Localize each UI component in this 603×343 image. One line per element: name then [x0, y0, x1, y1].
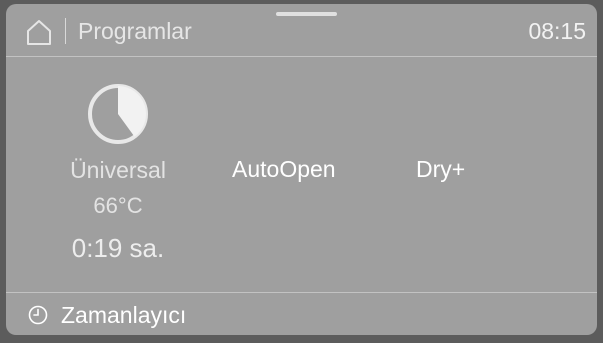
footer-bar[interactable]: Zamanlayıcı [6, 292, 597, 335]
clock-time: 08:15 [528, 18, 586, 44]
option-dry-plus[interactable]: Dry+ [416, 154, 465, 184]
program-duration: 0:19 sa. [71, 233, 165, 263]
header-bar: Programlar 08:15 [6, 4, 597, 57]
clock-icon [28, 305, 48, 325]
option-autoopen[interactable]: AutoOpen [232, 154, 336, 184]
page-title: Programlar [78, 18, 192, 44]
program-progress-icon [88, 84, 148, 144]
program-temperature: 66°C [93, 193, 143, 218]
home-icon[interactable] [25, 18, 53, 46]
display-screen: Programlar 08:15 Üniversal 66°C 0:19 sa.… [6, 4, 597, 335]
swipe-handle[interactable] [276, 12, 337, 16]
header-divider [65, 18, 66, 44]
program-name[interactable]: Üniversal [46, 155, 190, 185]
timer-label[interactable]: Zamanlayıcı [61, 301, 186, 329]
